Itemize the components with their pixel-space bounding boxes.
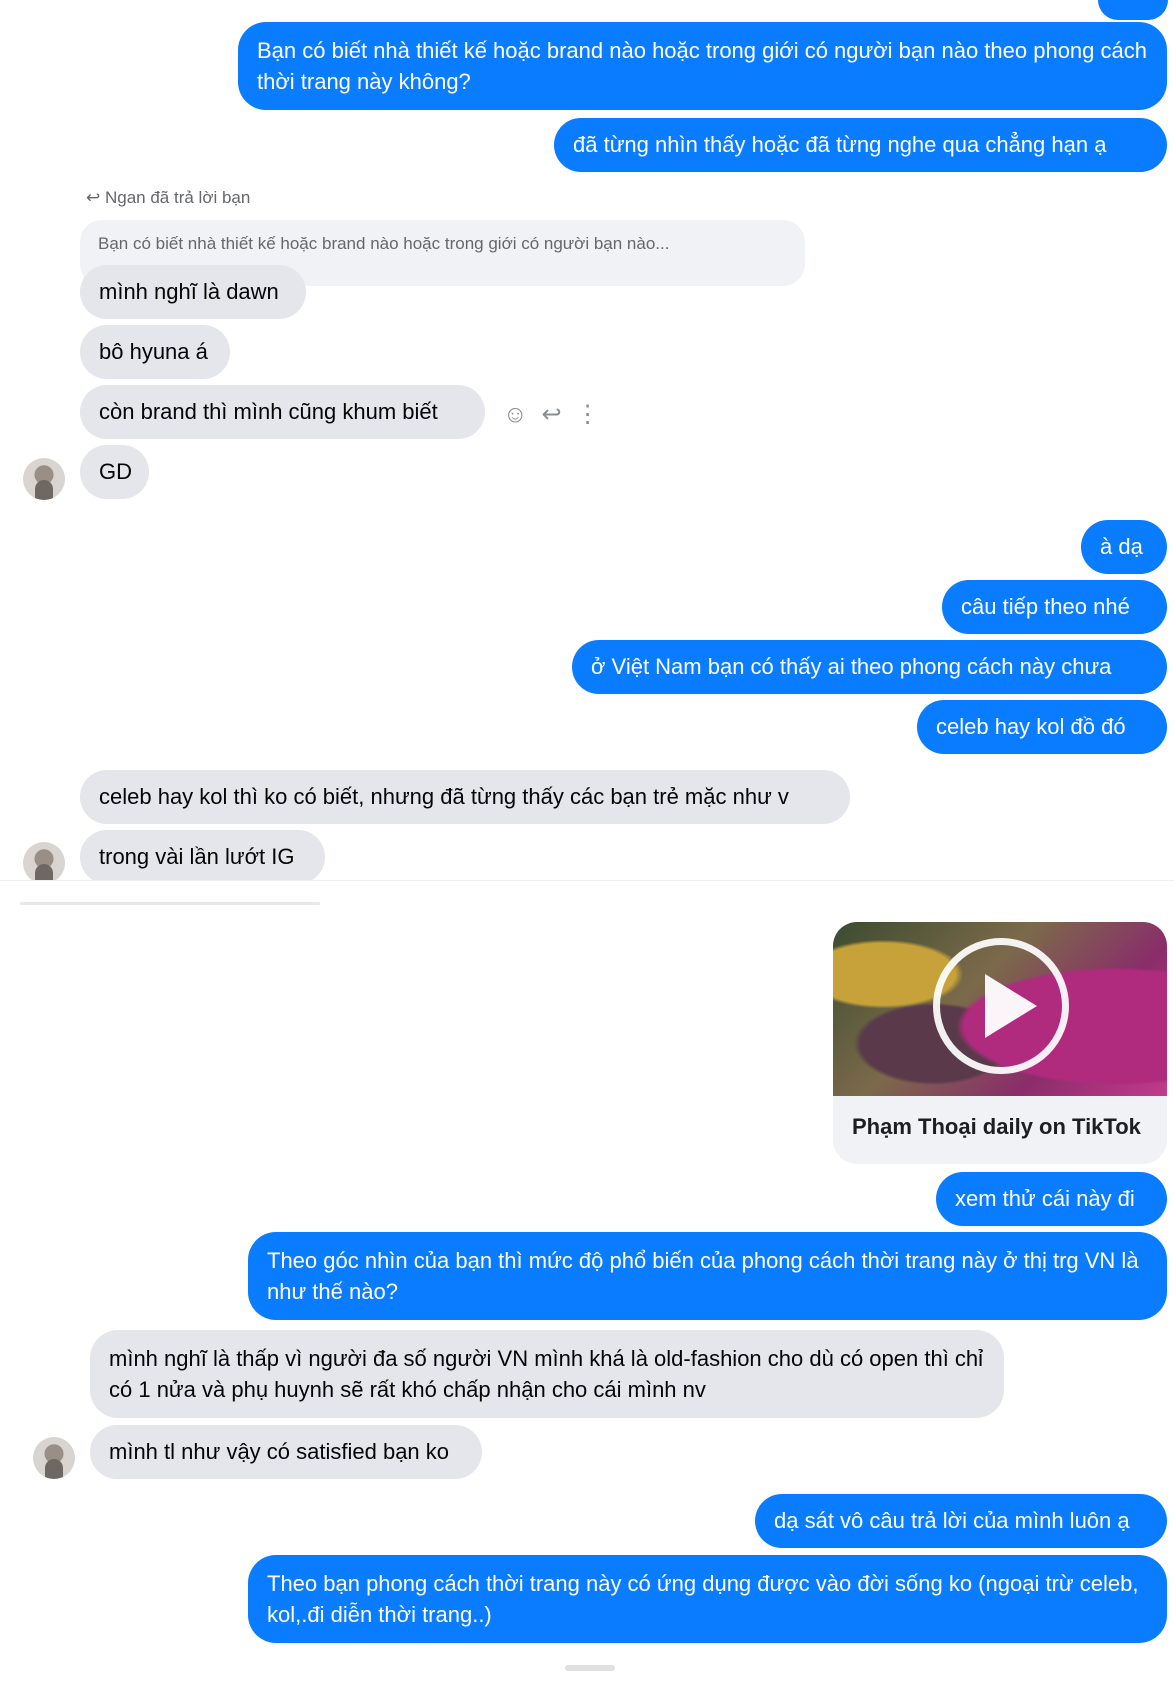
outgoing-message[interactable]: ở Việt Nam bạn có thấy ai theo phong các… <box>572 640 1167 694</box>
reply-indicator-text: Ngan đã trả lời bạn <box>104 188 251 207</box>
play-icon <box>985 974 1037 1038</box>
incoming-message[interactable]: celeb hay kol thì ko có biết, nhưng đã t… <box>80 770 850 824</box>
link-preview-title[interactable]: Phạm Thoại daily on TikTok <box>833 1096 1167 1158</box>
reply-indicator: ↩ Ngan đã trả lời bạn <box>86 188 250 208</box>
tiktok-link-preview[interactable]: Phạm Thoại daily on TikTok <box>833 922 1167 1164</box>
previous-message-edge <box>1098 0 1168 20</box>
scroll-indicator <box>565 1665 615 1671</box>
video-thumbnail[interactable] <box>833 922 1167 1096</box>
avatar[interactable] <box>33 1437 75 1479</box>
incoming-message[interactable]: trong vài lần lướt IG <box>80 830 325 884</box>
outgoing-message[interactable]: à dạ <box>1081 520 1167 574</box>
outgoing-message[interactable]: dạ sát vô câu trả lời của mình luôn ạ <box>755 1494 1167 1548</box>
reply-icon[interactable]: ↩ <box>542 400 562 430</box>
outgoing-message[interactable]: celeb hay kol đồ đó <box>917 700 1167 754</box>
incoming-message[interactable]: bô hyuna á <box>80 325 230 379</box>
incoming-message[interactable]: mình tl như vậy có satisfied bạn ko <box>90 1425 482 1479</box>
incoming-message[interactable]: mình nghĩ là thấp vì người đa số người V… <box>90 1330 1004 1418</box>
outgoing-message[interactable]: Theo góc nhìn của bạn thì mức độ phổ biế… <box>248 1232 1167 1320</box>
incoming-message[interactable]: mình nghĩ là dawn <box>80 265 306 319</box>
avatar[interactable] <box>23 842 65 884</box>
message-actions: ☺ ↩ ⋮ <box>503 400 600 430</box>
outgoing-message[interactable]: Bạn có biết nhà thiết kế hoặc brand nào … <box>238 22 1167 110</box>
outgoing-message[interactable]: Theo bạn phong cách thời trang này có ứn… <box>248 1555 1167 1643</box>
reply-arrow-icon: ↩ <box>86 188 101 207</box>
outgoing-message[interactable]: xem thử cái này đi <box>936 1172 1167 1226</box>
outgoing-message[interactable]: đã từng nhìn thấy hoặc đã từng nghe qua … <box>554 118 1167 172</box>
more-vertical-icon[interactable]: ⋮ <box>576 400 600 430</box>
incoming-message[interactable]: GD <box>80 445 149 499</box>
incoming-message[interactable]: còn brand thì mình cũng khum biết <box>80 385 485 439</box>
divider <box>20 902 320 905</box>
smiley-icon[interactable]: ☺ <box>503 400 528 430</box>
outgoing-message[interactable]: câu tiếp theo nhé <box>942 580 1167 634</box>
avatar[interactable] <box>23 458 65 500</box>
